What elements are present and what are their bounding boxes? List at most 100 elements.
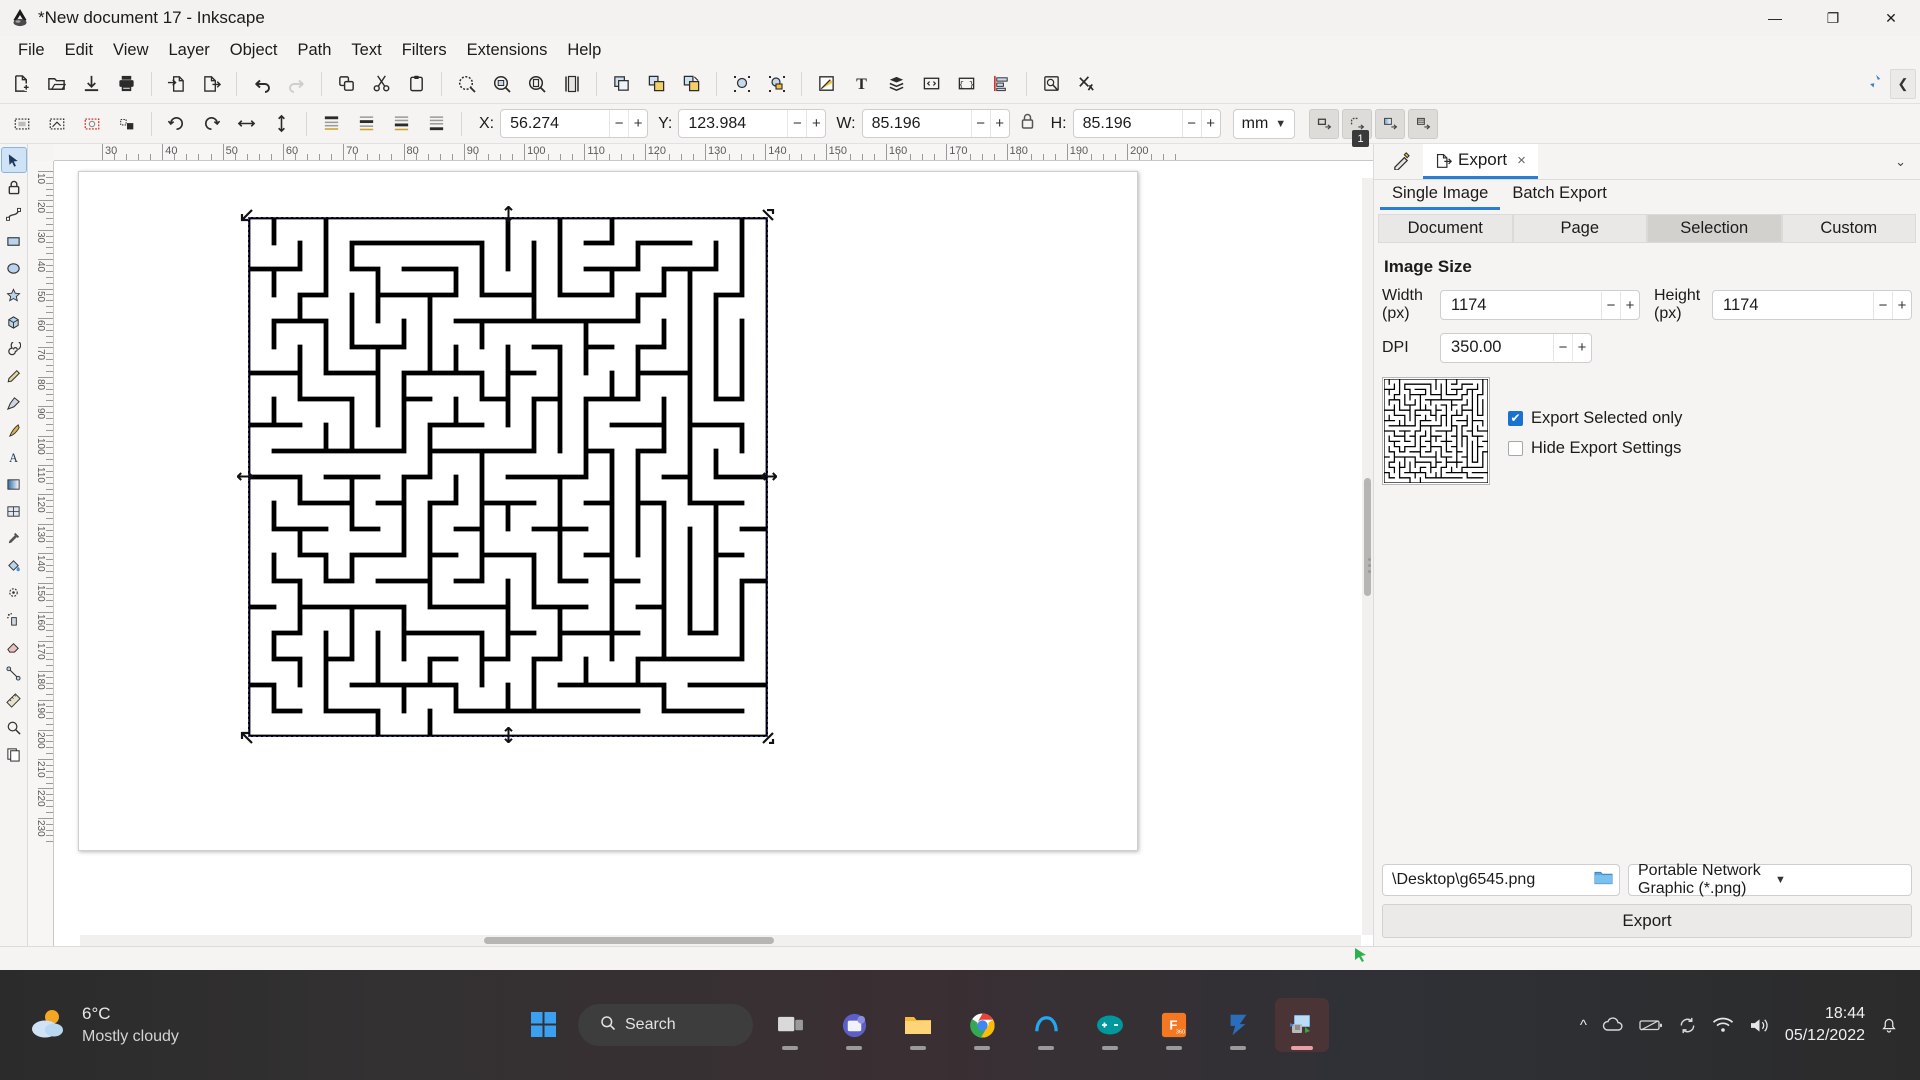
spiral-tool[interactable] <box>1 336 27 362</box>
y-increment-button[interactable]: + <box>806 110 825 137</box>
menu-edit[interactable]: Edit <box>55 38 103 63</box>
fill-stroke-icon[interactable] <box>759 67 794 101</box>
horizontal-scrollbar[interactable] <box>80 935 1361 946</box>
menu-layer[interactable]: Layer <box>159 38 220 63</box>
export-filename-input[interactable] <box>1383 871 1594 889</box>
ruler-unit-badge[interactable]: 1 <box>1352 130 1369 147</box>
inkscape-app[interactable] <box>1275 998 1329 1052</box>
menu-view[interactable]: View <box>103 38 158 63</box>
pages-tool[interactable] <box>1 741 27 767</box>
selectors-icon[interactable]: { } <box>949 67 984 101</box>
calligraphy-tool[interactable] <box>1 417 27 443</box>
dpi-increment-button[interactable]: + <box>1572 334 1591 361</box>
selection-handle-bl[interactable] <box>240 731 253 744</box>
weather-widget[interactable]: 6°C Mostly cloudy <box>0 1003 179 1048</box>
h-decrement-button[interactable]: − <box>1182 110 1201 137</box>
export-selected-only-checkbox[interactable]: ✔ <box>1508 411 1523 426</box>
star-tool[interactable] <box>1 282 27 308</box>
measure-tool[interactable] <box>1 687 27 713</box>
xml-editor-icon[interactable] <box>809 67 844 101</box>
dropper-tool[interactable] <box>1 525 27 551</box>
tab-batch-export[interactable]: Batch Export <box>1500 180 1618 210</box>
tweak-tool[interactable] <box>1 579 27 605</box>
spray-tool[interactable] <box>1 606 27 632</box>
export-selected-only-row[interactable]: ✔ Export Selected only <box>1508 409 1682 428</box>
minimize-button[interactable]: — <box>1746 0 1804 36</box>
fusion360-app[interactable]: F360 <box>1147 998 1201 1052</box>
task-view-app[interactable] <box>763 998 817 1052</box>
close-button[interactable]: ✕ <box>1862 0 1920 36</box>
lower-to-bottom-icon[interactable] <box>419 107 454 141</box>
ungroup-icon[interactable] <box>674 67 709 101</box>
height-field[interactable]: − + <box>1712 290 1912 320</box>
windows-start-icon[interactable] <box>520 1001 568 1049</box>
affect-stroke-width-icon[interactable] <box>1309 109 1339 139</box>
selector-tool[interactable] <box>1 147 27 173</box>
dpi-field[interactable]: − + <box>1440 333 1592 363</box>
gradient-tool[interactable] <box>1 471 27 497</box>
save-document-icon[interactable] <box>74 67 109 101</box>
lower-icon[interactable] <box>384 107 419 141</box>
close-icon[interactable]: × <box>1517 152 1526 169</box>
selection-handle-tl[interactable] <box>240 209 253 222</box>
zoom-selection-icon[interactable] <box>449 67 484 101</box>
area-tab-page[interactable]: Page <box>1513 214 1648 243</box>
export-format-select[interactable]: Portable Network Graphic (*.png) ▼ <box>1628 864 1912 896</box>
taskbar-clock[interactable]: 18:44 05/12/2022 <box>1785 1003 1865 1046</box>
zoom-page-width-icon[interactable] <box>554 67 589 101</box>
cut-icon[interactable] <box>364 67 399 101</box>
cura-app[interactable] <box>1019 998 1073 1052</box>
fritzing-app[interactable] <box>1211 998 1265 1052</box>
x-increment-button[interactable]: + <box>628 110 647 137</box>
dock-resize-handle[interactable] <box>1365 545 1374 585</box>
zoom-tool[interactable] <box>1 714 27 740</box>
selection-handle-tr[interactable] <box>762 209 775 222</box>
selection-handle-right[interactable] <box>761 470 774 483</box>
document-properties-icon[interactable] <box>1034 67 1069 101</box>
svg-source-icon[interactable] <box>914 67 949 101</box>
ellipse-tool[interactable] <box>1 255 27 281</box>
chrome-app[interactable] <box>955 998 1009 1052</box>
arduino-app[interactable] <box>1083 998 1137 1052</box>
toolbar-overflow-button[interactable]: ❮ <box>1890 69 1916 99</box>
align-distribute-icon[interactable] <box>984 67 1019 101</box>
deselect-icon[interactable] <box>74 107 109 141</box>
taskbar-search[interactable]: Search <box>578 1004 753 1046</box>
y-input[interactable] <box>679 110 787 137</box>
flip-horizontal-icon[interactable] <box>229 107 264 141</box>
group-icon[interactable] <box>639 67 674 101</box>
export-tab[interactable]: Export × <box>1423 144 1538 179</box>
area-tab-document[interactable]: Document <box>1378 214 1513 243</box>
height-increment-button[interactable]: + <box>1892 292 1911 319</box>
h-spinner[interactable]: − + <box>1073 109 1221 138</box>
import-icon[interactable] <box>159 67 194 101</box>
area-tab-selection[interactable]: Selection <box>1647 214 1782 243</box>
dpi-decrement-button[interactable]: − <box>1553 334 1572 361</box>
duplicate-icon[interactable] <box>604 67 639 101</box>
unit-selector[interactable]: mm ▼ <box>1233 109 1296 139</box>
menu-help[interactable]: Help <box>557 38 611 63</box>
hide-export-settings-row[interactable]: Hide Export Settings <box>1508 439 1682 458</box>
zoom-drawing-icon[interactable] <box>484 67 519 101</box>
cloud-icon[interactable] <box>1602 1017 1624 1033</box>
paint-bucket-tool[interactable] <box>1 552 27 578</box>
lock-icon[interactable] <box>1 174 27 200</box>
export-filename-field[interactable] <box>1382 864 1620 896</box>
export-icon[interactable] <box>194 67 229 101</box>
menu-extensions[interactable]: Extensions <box>457 38 558 63</box>
selection-handle-left[interactable] <box>237 470 250 483</box>
menu-file[interactable]: File <box>8 38 55 63</box>
w-increment-button[interactable]: + <box>990 110 1009 137</box>
drawing-canvas[interactable] <box>54 161 1373 946</box>
select-all-layers-icon[interactable] <box>39 107 74 141</box>
w-decrement-button[interactable]: − <box>971 110 990 137</box>
menu-object[interactable]: Object <box>220 38 288 63</box>
copy-icon[interactable] <box>329 67 364 101</box>
affect-gradients-icon[interactable] <box>1375 109 1405 139</box>
open-document-icon[interactable] <box>39 67 74 101</box>
menu-text[interactable]: Text <box>341 38 391 63</box>
horizontal-scrollbar-thumb[interactable] <box>484 937 774 944</box>
pin-icon[interactable] <box>1865 73 1882 94</box>
h-increment-button[interactable]: + <box>1201 110 1220 137</box>
select-same-icon[interactable] <box>109 107 144 141</box>
